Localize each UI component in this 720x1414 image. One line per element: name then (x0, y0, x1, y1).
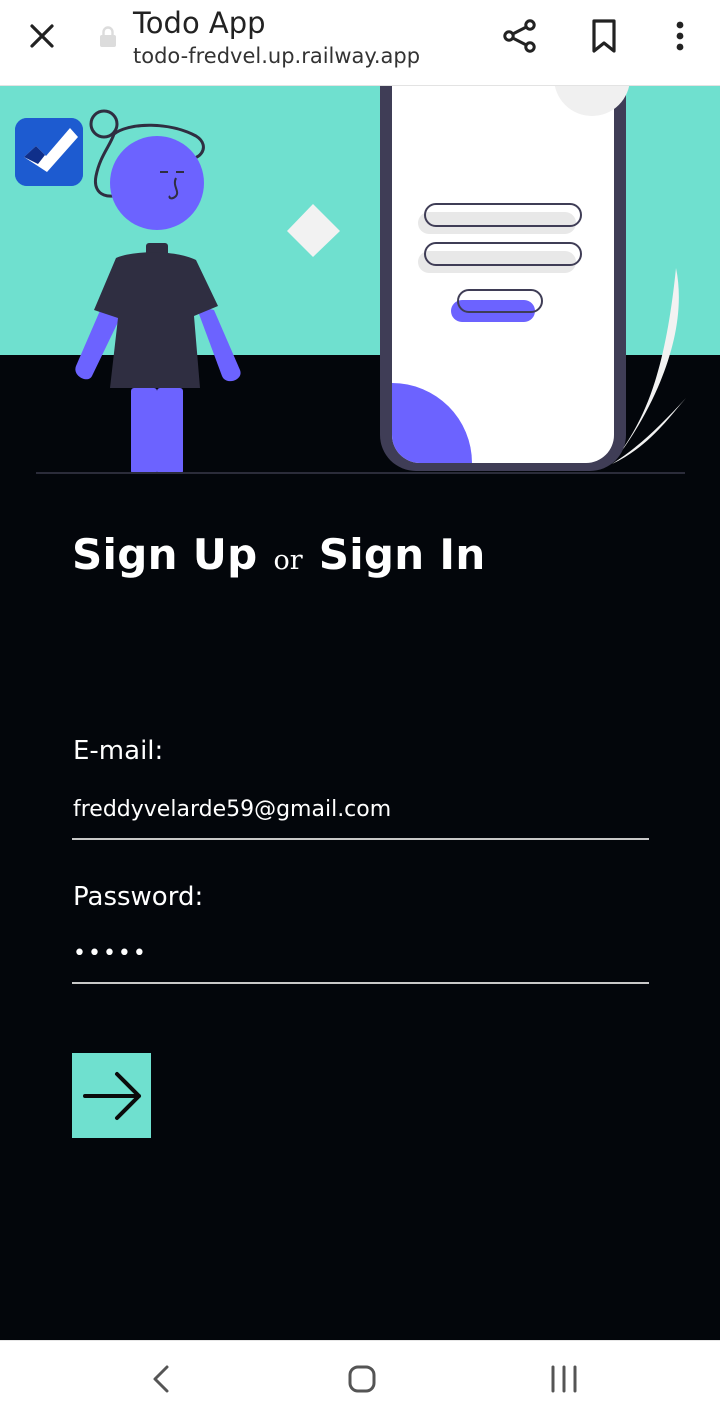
lock-icon (100, 26, 116, 47)
more-options-button[interactable] (658, 14, 702, 58)
more-vert-icon (676, 21, 684, 51)
recents-icon (551, 1365, 577, 1393)
home-button[interactable] (342, 1359, 382, 1399)
close-tab-button[interactable] (22, 16, 62, 56)
bookmark-button[interactable] (582, 14, 626, 58)
share-icon (503, 19, 536, 53)
back-button[interactable] (141, 1359, 181, 1399)
password-field[interactable] (72, 932, 649, 984)
submit-button[interactable] (72, 1053, 151, 1138)
hero-illustration (0, 86, 720, 486)
browser-top-bar: Todo App todo-fredvel.up.railway.app (0, 0, 720, 86)
screen: Todo App todo-fredvel.up.railway.app Sig… (0, 0, 720, 1414)
close-icon (30, 24, 54, 48)
recents-button[interactable] (544, 1359, 584, 1399)
system-nav-bar (0, 1340, 720, 1414)
hero-divider (36, 472, 685, 474)
password-label: Password: (73, 882, 204, 912)
page-title: Todo App (133, 6, 266, 40)
bookmark-icon (592, 19, 616, 53)
signup-illustration (0, 86, 720, 474)
sign-in-heading[interactable]: Sign In (319, 530, 486, 579)
page-url[interactable]: todo-fredvel.up.railway.app (133, 43, 420, 69)
email-label: E-mail: (73, 736, 164, 766)
auth-heading: Sign Up or Sign In (72, 530, 486, 579)
sign-up-heading[interactable]: Sign Up (72, 530, 258, 579)
or-separator: or (273, 545, 303, 576)
share-button[interactable] (498, 14, 542, 58)
back-icon (153, 1365, 169, 1393)
email-field[interactable] (72, 788, 649, 840)
home-icon (348, 1365, 376, 1393)
arrow-right-icon (82, 1071, 141, 1120)
